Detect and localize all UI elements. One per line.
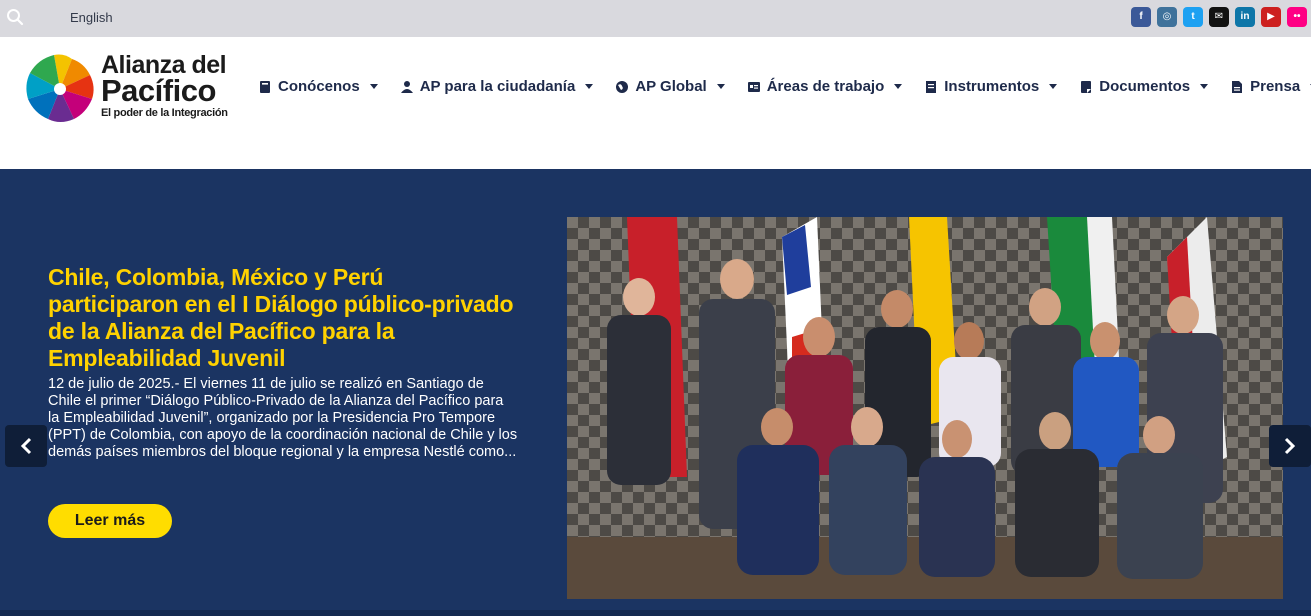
- instagram-icon[interactable]: ◎: [1157, 7, 1177, 27]
- alliance-logo-icon: [26, 54, 94, 122]
- search-icon[interactable]: [6, 8, 24, 26]
- nav-item-label: Instrumentos: [944, 78, 1040, 95]
- chevron-left-icon: [20, 437, 32, 455]
- flickr-icon-glyph: ••: [1293, 11, 1301, 22]
- top-bar: English f ◎ t ✉ in ▶ ••: [0, 0, 1311, 37]
- slider-next-button[interactable]: [1269, 425, 1311, 467]
- nav-item-prensa[interactable]: Prensa: [1230, 78, 1311, 95]
- hero-title[interactable]: Chile, Colombia, México y Perú participa…: [48, 264, 518, 372]
- mail-icon-glyph: ✉: [1214, 11, 1224, 22]
- hero-photo[interactable]: [567, 217, 1283, 599]
- flickr-icon[interactable]: ••: [1287, 7, 1307, 27]
- book-icon: [260, 80, 270, 93]
- caret-down-icon[interactable]: [894, 84, 903, 89]
- globe-icon: [616, 80, 629, 93]
- read-more-button[interactable]: Leer más: [48, 504, 172, 538]
- id-card-icon: [747, 81, 760, 92]
- nav-item-áreas-de-trabajo[interactable]: Áreas de trabajo: [747, 78, 903, 95]
- mail-icon[interactable]: ✉: [1209, 7, 1229, 27]
- social-links: f ◎ t ✉ in ▶ ••: [1131, 7, 1307, 27]
- nav-item-label: Prensa: [1250, 78, 1301, 95]
- caret-down-icon[interactable]: [1049, 84, 1058, 89]
- site-logo[interactable]: Alianza del Pacífico El poder de la Inte…: [22, 51, 228, 131]
- hero-bottom-strip: [0, 610, 1311, 616]
- nav-item-conócenos[interactable]: Conócenos: [258, 78, 378, 95]
- group-photo-image: [567, 217, 1283, 599]
- nav-item-documentos[interactable]: Documentos: [1079, 78, 1209, 95]
- nav-item-label: Documentos: [1099, 78, 1191, 95]
- chevron-right-icon: [1284, 437, 1296, 455]
- logo-tagline: El poder de la Integración: [101, 107, 228, 119]
- hero-excerpt: 12 de julio de 2025.- El viernes 11 de j…: [48, 376, 518, 460]
- nav-item-label: AP Global: [635, 78, 707, 95]
- twitter-icon[interactable]: t: [1183, 7, 1203, 27]
- caret-down-icon[interactable]: [585, 84, 594, 89]
- linkedin-icon[interactable]: in: [1235, 7, 1255, 27]
- nav-item-label: Áreas de trabajo: [766, 78, 885, 95]
- facebook-icon[interactable]: f: [1131, 7, 1151, 27]
- caret-down-icon[interactable]: [1200, 84, 1209, 89]
- caret-down-icon[interactable]: [716, 84, 725, 89]
- youtube-icon[interactable]: ▶: [1261, 7, 1281, 27]
- nav-item-label: AP para la ciudadanía: [419, 78, 576, 95]
- linkedin-icon-glyph: in: [1240, 11, 1250, 22]
- nav-item-label: Conócenos: [278, 78, 360, 95]
- youtube-icon-glyph: ▶: [1267, 11, 1275, 22]
- logo-title-line2: Pacífico: [101, 73, 216, 108]
- facebook-icon-glyph: f: [1139, 11, 1143, 22]
- notebook-icon: [1081, 80, 1092, 93]
- nav-item-instrumentos[interactable]: Instrumentos: [924, 78, 1058, 95]
- document-icon: [926, 80, 937, 93]
- main-nav: Conócenos AP para la ciudadanía AP Global Á…: [258, 78, 1311, 95]
- language-link[interactable]: English: [70, 10, 113, 25]
- nav-item-ap-para-la-ciudadanía[interactable]: AP para la ciudadanía: [400, 78, 594, 95]
- slider-prev-button[interactable]: [5, 425, 47, 467]
- twitter-icon-glyph: t: [1191, 11, 1195, 22]
- site-header: Alianza del Pacífico El poder de la Inte…: [0, 37, 1311, 169]
- file-icon: [1232, 80, 1243, 93]
- hero-slider: Chile, Colombia, México y Perú participa…: [0, 169, 1311, 616]
- instagram-icon-glyph: ◎: [1162, 11, 1172, 22]
- user-icon: [400, 80, 413, 93]
- caret-down-icon[interactable]: [369, 84, 378, 89]
- nav-item-ap-global[interactable]: AP Global: [615, 78, 725, 95]
